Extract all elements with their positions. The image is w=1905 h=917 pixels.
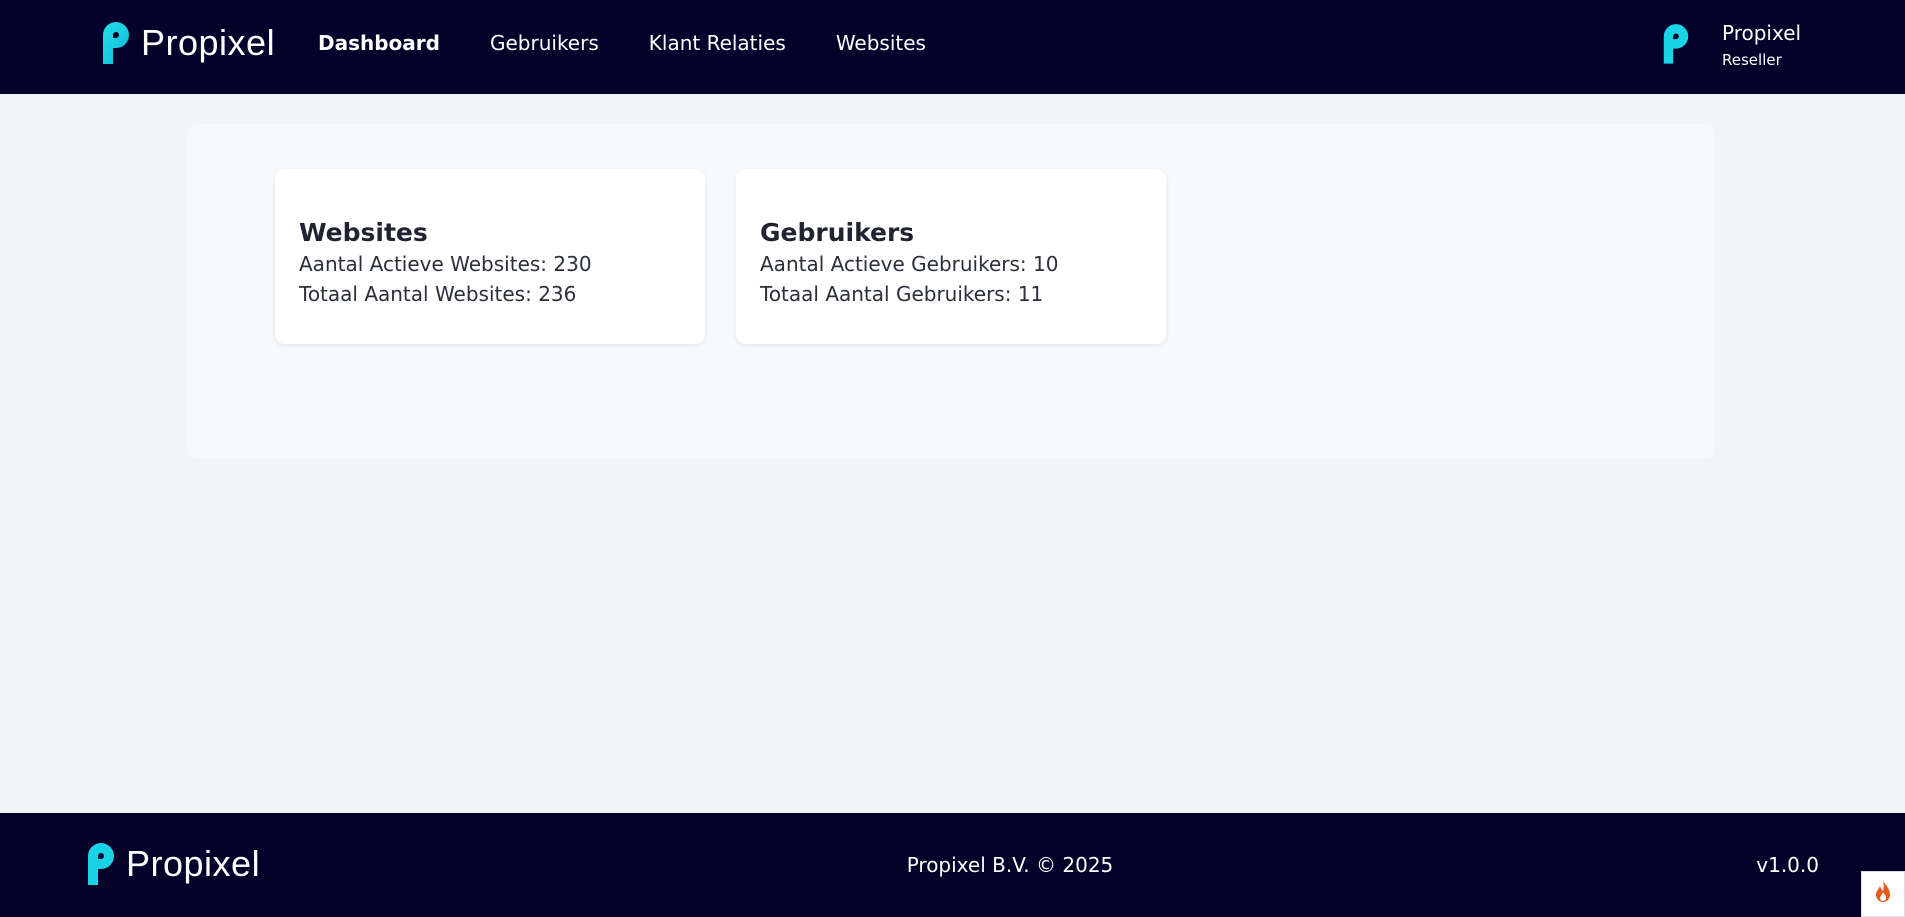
debug-toolbar-toggle[interactable] bbox=[1861, 871, 1905, 917]
card-title: Websites bbox=[299, 218, 428, 247]
nav-klant-relaties[interactable]: Klant Relaties bbox=[649, 31, 786, 55]
total-websites-stat: Totaal Aantal Websites: 236 bbox=[299, 279, 681, 309]
total-users-stat: Totaal Aantal Gebruikers: 11 bbox=[760, 279, 1142, 309]
user-name: Propixel bbox=[1722, 21, 1802, 45]
nav-websites[interactable]: Websites bbox=[836, 31, 926, 55]
user-role: Reseller bbox=[1722, 51, 1782, 69]
stat-value: 11 bbox=[1017, 282, 1044, 306]
stat-label: Totaal Aantal Websites: bbox=[299, 282, 539, 306]
dashboard-panel: Websites Aantal Actieve Websites: 230 To… bbox=[187, 124, 1715, 459]
user-avatar-icon bbox=[1660, 20, 1692, 68]
nav-gebruikers[interactable]: Gebruikers bbox=[490, 31, 599, 55]
gebruikers-card: Gebruikers Aantal Actieve Gebruikers: 10… bbox=[736, 169, 1166, 344]
propixel-logo-icon bbox=[99, 18, 133, 68]
footer: Propixel Propixel B.V. © 2025 v1.0.0 bbox=[0, 813, 1905, 917]
websites-card: Websites Aantal Actieve Websites: 230 To… bbox=[275, 169, 705, 344]
stat-value: 10 bbox=[1033, 252, 1059, 276]
stat-value: 230 bbox=[553, 252, 592, 276]
stat-value: 236 bbox=[538, 282, 577, 306]
stat-label: Aantal Actieve Websites: bbox=[299, 252, 554, 276]
user-menu[interactable]: Propixel Reseller bbox=[1660, 20, 1801, 70]
brand-logo[interactable]: Propixel bbox=[99, 20, 275, 66]
main-nav: Dashboard Gebruikers Klant Relaties Webs… bbox=[318, 0, 976, 86]
user-info: Propixel Reseller bbox=[1722, 20, 1801, 70]
active-websites-stat: Aantal Actieve Websites: 230 bbox=[299, 249, 681, 279]
copyright-text: Propixel B.V. © 2025 bbox=[906, 853, 1114, 877]
card-title: Gebruikers bbox=[760, 218, 915, 247]
flame-icon bbox=[1872, 879, 1894, 909]
stat-label: Totaal Aantal Gebruikers: bbox=[760, 282, 1018, 306]
brand-name: Propixel bbox=[141, 22, 276, 63]
active-users-stat: Aantal Actieve Gebruikers: 10 bbox=[760, 249, 1142, 279]
stat-label: Aantal Actieve Gebruikers: bbox=[760, 252, 1034, 276]
top-navbar: Propixel Dashboard Gebruikers Klant Rela… bbox=[0, 0, 1905, 94]
nav-dashboard[interactable]: Dashboard bbox=[318, 31, 440, 55]
version-label: v1.0.0 bbox=[1756, 853, 1819, 877]
